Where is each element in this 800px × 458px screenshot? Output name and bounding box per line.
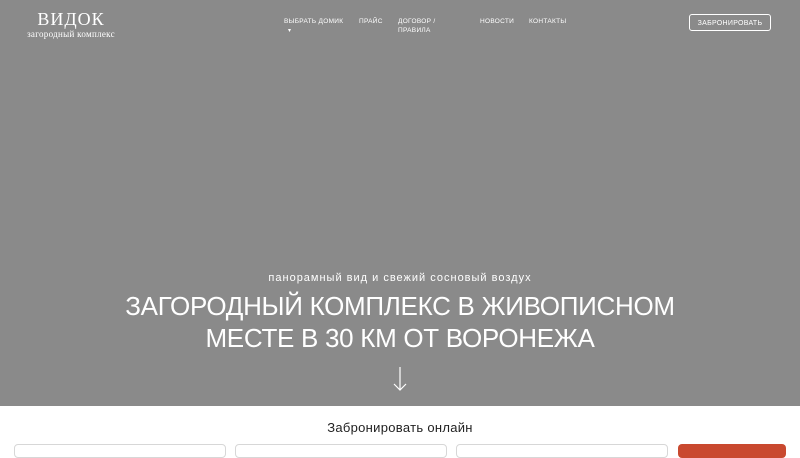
- nav-item-label: КОНТАКТЫ: [529, 18, 567, 25]
- nav-item-contract-rules[interactable]: ДОГОВОР / ПРАВИЛА: [398, 17, 438, 35]
- nav-item-label: ПРАЙС: [359, 18, 383, 25]
- hero-tagline: панорамный вид и свежий сосновый воздух: [268, 272, 532, 284]
- hero-section: ВИДОК загородный комплекс ВЫБРАТЬ ДОМИК …: [0, 0, 800, 406]
- hero-headline-line-2: МЕСТЕ В 30 КМ ОТ ВОРОНЕЖА: [205, 323, 595, 353]
- nav-item-choose-house[interactable]: ВЫБРАТЬ ДОМИК ▾: [284, 17, 343, 36]
- checkin-date-field[interactable]: [14, 444, 226, 458]
- book-button[interactable]: ЗАБРОНИРОВАТЬ: [689, 14, 771, 31]
- arrow-down-icon[interactable]: [392, 366, 408, 392]
- hero-headline: ЗАГОРОДНЫЙ КОМПЛЕКС В ЖИВОПИСНОМ МЕСТЕ В…: [100, 290, 700, 354]
- logo[interactable]: ВИДОК загородный комплекс: [26, 9, 116, 40]
- chevron-down-icon: ▾: [288, 28, 292, 34]
- search-button[interactable]: [678, 444, 786, 458]
- nav-item-price[interactable]: ПРАЙС: [359, 17, 383, 26]
- nav-item-label: НОВОСТИ: [480, 18, 515, 25]
- nav-item-news[interactable]: НОВОСТИ: [480, 17, 514, 26]
- logo-subtitle: загородный комплекс: [27, 29, 115, 39]
- guests-field[interactable]: [456, 444, 668, 458]
- nav-item-label: ДОГОВОР / ПРАВИЛА: [398, 18, 436, 34]
- hero-headline-line-1: ЗАГОРОДНЫЙ КОМПЛЕКС В ЖИВОПИСНОМ: [125, 291, 675, 321]
- nav-item-contacts[interactable]: КОНТАКТЫ: [529, 17, 566, 26]
- checkout-date-field[interactable]: [235, 444, 447, 458]
- nav-item-label: ВЫБРАТЬ ДОМИК: [284, 18, 344, 25]
- booking-title: Забронировать онлайн: [327, 420, 473, 435]
- logo-title: ВИДОК: [37, 9, 105, 29]
